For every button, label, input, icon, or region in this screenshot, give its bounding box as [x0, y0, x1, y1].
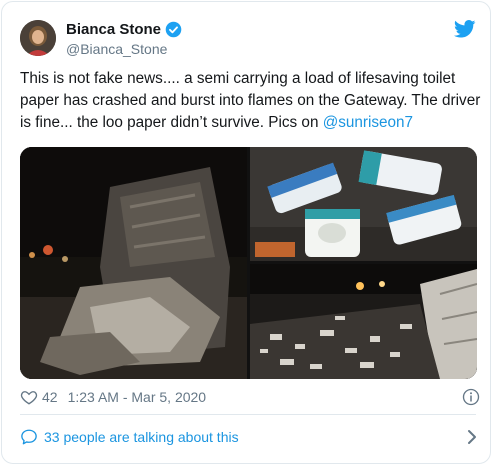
tweet-text: This is not fake news.... a semi carryin… — [20, 68, 482, 134]
conversation-link[interactable]: 33 people are talking about this — [20, 427, 480, 447]
author-name[interactable]: Bianca Stone — [66, 21, 161, 38]
meta-row: 42 1:23 AM - Mar 5, 2020 — [20, 387, 480, 407]
divider — [20, 414, 476, 415]
verified-badge-icon — [165, 21, 182, 38]
toilet-paper-rolls-photo — [250, 147, 477, 261]
tweet-header: Bianca Stone @Bianca_Stone — [20, 20, 476, 60]
photo-debris-road[interactable] — [250, 264, 477, 379]
tweet-card: Bianca Stone @Bianca_Stone This is not f… — [1, 1, 491, 464]
media-grid — [20, 147, 477, 379]
name-row: Bianca Stone — [66, 21, 182, 38]
chevron-right-icon[interactable] — [466, 429, 478, 445]
mention-link[interactable]: @sunriseon7 — [323, 114, 413, 131]
twitter-bird-icon[interactable] — [454, 20, 476, 38]
comment-bubble-icon — [21, 429, 37, 445]
photo-toilet-paper[interactable] — [250, 147, 477, 261]
tweet-timestamp[interactable]: 1:23 AM - Mar 5, 2020 — [68, 389, 207, 405]
debris-on-road-photo — [250, 264, 477, 379]
avatar[interactable] — [20, 20, 56, 56]
burned-truck-night-photo — [20, 147, 247, 379]
heart-icon[interactable] — [20, 388, 38, 406]
author-handle[interactable]: @Bianca_Stone — [66, 41, 167, 57]
like-count: 42 — [42, 389, 58, 405]
avatar-photo — [20, 20, 56, 56]
photo-burned-truck[interactable] — [20, 147, 247, 379]
conversation-label[interactable]: 33 people are talking about this — [44, 429, 239, 445]
info-icon[interactable] — [462, 388, 480, 406]
